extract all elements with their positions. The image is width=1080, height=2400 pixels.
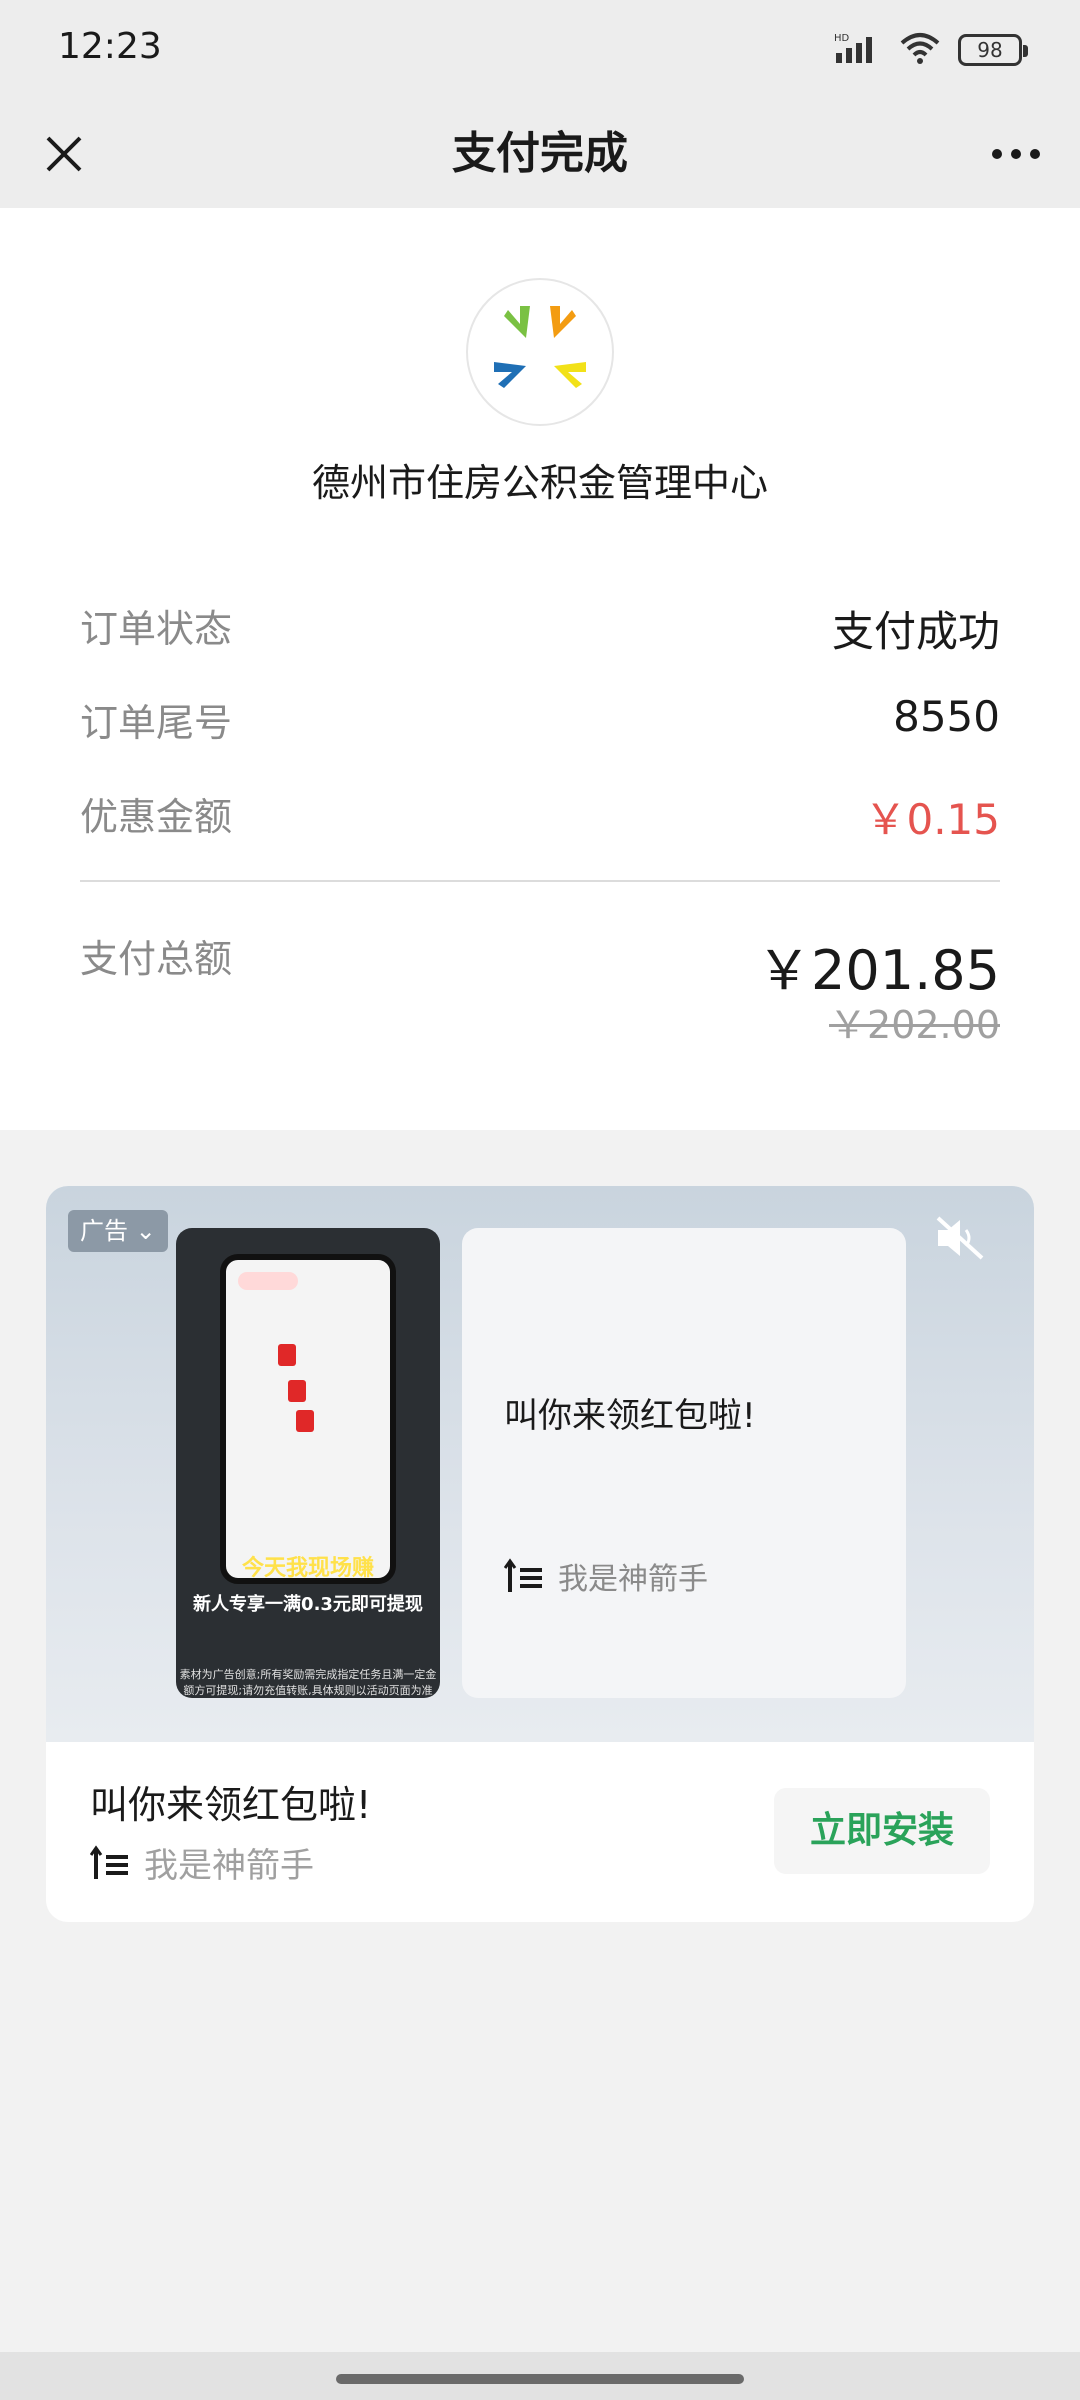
video-caption: 今天我现场赚: [241, 1556, 374, 1581]
mute-button[interactable]: [930, 1208, 990, 1268]
ad-info-panel[interactable]: 叫你来领红包啦! 我是神箭手: [462, 1228, 906, 1698]
discount-row: 优惠金额 ￥0.15: [80, 786, 1000, 846]
ad-tag-label: 广告: [80, 1217, 128, 1245]
video-disclaimer: 素材为广告创意;所有奖励需完成指定任务且满一定金额方可提现;请勿充值转账,具体规…: [179, 1668, 437, 1697]
video-subcaption: 新人专享一满0.3元即可提现: [193, 1594, 423, 1615]
signal-icon: HD: [834, 31, 882, 69]
more-dots-icon: [992, 149, 1040, 159]
status-icons: HD 98: [834, 30, 1028, 70]
chevron-down-icon: ⌄: [135, 1217, 156, 1245]
network-type-label: HD: [834, 33, 850, 44]
discount-value: ￥0.15: [864, 795, 1000, 844]
merchant-logo: [466, 278, 614, 426]
ad-info-brand: 我是神箭手: [504, 1554, 708, 1598]
ad-tag[interactable]: 广告 ⌄: [68, 1210, 168, 1252]
nav-bar: 支付完成: [0, 100, 1080, 208]
ad-info-title: 叫你来领红包啦!: [504, 1396, 756, 1436]
more-button[interactable]: [980, 118, 1052, 190]
battery-level: 98: [977, 38, 1003, 62]
ad-card[interactable]: 广告 ⌄ 今天我现场赚 新人专享一满0.3元即可提现 素材为广告创意;所有奖励需…: [46, 1186, 1034, 1922]
home-indicator[interactable]: [336, 2374, 744, 2384]
status-bar: 12:23 HD 98: [0, 0, 1080, 100]
red-envelope-icon: [288, 1380, 306, 1402]
order-tail-value: 8550: [893, 692, 1000, 741]
order-status-row: 订单状态 支付成功: [80, 598, 1000, 658]
mute-icon: [936, 1216, 984, 1260]
wifi-icon: [898, 31, 942, 69]
install-button[interactable]: 立即安装: [774, 1788, 990, 1874]
ad-brand-name: 我是神箭手: [144, 1846, 314, 1886]
ad-brand-name: 我是神箭手: [558, 1562, 708, 1597]
order-tail-label: 订单尾号: [80, 701, 233, 745]
archer-brand-icon: [504, 1558, 542, 1592]
phone-illustration: [220, 1254, 396, 1584]
page-title: 支付完成: [452, 128, 628, 179]
total-label: 支付总额: [80, 937, 233, 981]
order-status-label: 订单状态: [80, 607, 233, 651]
merchant-name: 德州市住房公积金管理中心: [311, 461, 768, 505]
receipt-card: 德州市住房公积金管理中心 订单状态 支付成功 订单尾号 8550 优惠金额 ￥0…: [0, 208, 1080, 1130]
red-envelope-icon: [296, 1410, 314, 1432]
red-envelope-icon: [278, 1344, 296, 1366]
ad-footer-brand: 我是神箭手: [90, 1838, 314, 1887]
original-price: ￥202.00: [829, 1003, 1000, 1047]
discount-label: 优惠金额: [80, 795, 233, 839]
divider: [80, 880, 1000, 882]
status-time: 12:23: [58, 26, 162, 67]
archer-brand-icon: [90, 1844, 128, 1879]
ad-footer-title: 叫你来领红包啦!: [90, 1783, 372, 1827]
phone-header-pill: [238, 1272, 298, 1290]
battery-icon: 98: [958, 34, 1028, 66]
order-tail-row: 订单尾号 8550: [80, 692, 1000, 752]
ad-video-thumbnail[interactable]: 今天我现场赚 新人专享一满0.3元即可提现 素材为广告创意;所有奖励需完成指定任…: [176, 1228, 440, 1698]
order-status-value: 支付成功: [831, 607, 1000, 656]
ad-media[interactable]: 广告 ⌄ 今天我现场赚 新人专享一满0.3元即可提现 素材为广告创意;所有奖励需…: [46, 1186, 1034, 1742]
